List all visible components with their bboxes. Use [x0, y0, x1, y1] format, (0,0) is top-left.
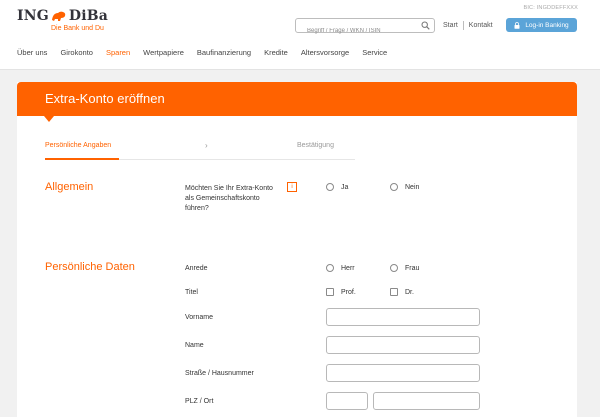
name-label: Name: [185, 342, 204, 349]
option-dr[interactable]: Dr.: [390, 288, 414, 296]
login-banking-button[interactable]: Log-in Banking: [506, 18, 577, 32]
logo-tagline: Die Bank und Du: [51, 25, 104, 32]
logo-wordmark: ING DiBa: [17, 8, 108, 24]
nav-item-girokonto[interactable]: Girokonto: [60, 48, 93, 57]
start-link[interactable]: Start: [443, 22, 458, 29]
vorname-label: Vorname: [185, 314, 214, 321]
link-divider: [462, 21, 464, 30]
option-nein[interactable]: Nein: [390, 183, 419, 191]
option-prof[interactable]: Prof.: [326, 288, 356, 296]
section-allgemein-title: Allgemein: [45, 181, 94, 193]
name-field[interactable]: [326, 336, 480, 354]
radio-herr[interactable]: [326, 264, 334, 272]
lock-icon: [514, 21, 520, 29]
lion-icon: [51, 11, 66, 21]
strasse-field[interactable]: [326, 364, 480, 382]
nav-item-service[interactable]: Service: [362, 48, 387, 57]
active-step-indicator: [45, 158, 119, 160]
section-persoenliche-daten-title: Persönliche Daten: [45, 261, 135, 273]
radio-nein[interactable]: [390, 183, 398, 191]
nav-item-baufinanzierung[interactable]: Baufinanzierung: [197, 48, 251, 57]
chevron-right-icon: ›: [205, 141, 208, 150]
page-title: Extra-Konto eröffnen: [45, 91, 165, 106]
form-card: Extra-Konto eröffnen Persönliche Angaben…: [17, 82, 577, 417]
main-navigation: Über uns Girokonto Sparen Wertpapiere Ba…: [17, 48, 400, 57]
nav-item-altersvorsorge[interactable]: Altersvorsorge: [301, 48, 349, 57]
bic-code: BIC: INGDDEFFXXX: [523, 5, 578, 11]
option-dr-label: Dr.: [405, 288, 414, 296]
step-persoenliche-angaben: Persönliche Angaben: [45, 142, 112, 149]
option-herr-label: Herr: [341, 264, 355, 272]
search-box: [295, 18, 435, 38]
option-ja[interactable]: Ja: [326, 183, 348, 191]
progress-steps: Persönliche Angaben › Bestätigung: [45, 141, 355, 160]
ort-field[interactable]: [373, 392, 480, 410]
header: ING DiBa Die Bank und Du BIC: INGDDEFFXX…: [0, 0, 600, 70]
top-links: Start Kontakt: [443, 21, 493, 30]
nav-item-wertpapiere[interactable]: Wertpapiere: [143, 48, 184, 57]
nav-item-kredite[interactable]: Kredite: [264, 48, 288, 57]
plz-field[interactable]: [326, 392, 368, 410]
anrede-label: Anrede: [185, 265, 208, 272]
login-label: Log-in Banking: [525, 21, 569, 29]
ing-diba-logo[interactable]: ING DiBa Die Bank und Du: [17, 8, 108, 32]
info-icon[interactable]: i: [287, 182, 297, 192]
option-ja-label: Ja: [341, 183, 349, 191]
titel-label: Titel: [185, 289, 198, 296]
nav-item-ueber-uns[interactable]: Über uns: [17, 48, 47, 57]
step-bestaetigung: Bestätigung: [297, 142, 334, 149]
option-herr[interactable]: Herr: [326, 264, 355, 272]
option-frau-label: Frau: [405, 264, 420, 272]
nav-item-sparen[interactable]: Sparen: [106, 48, 130, 57]
search-input[interactable]: [296, 24, 416, 38]
plz-ort-label: PLZ / Ort: [185, 398, 214, 405]
page-banner: Extra-Konto eröffnen: [17, 82, 577, 116]
radio-frau[interactable]: [390, 264, 398, 272]
kontakt-link[interactable]: Kontakt: [469, 22, 493, 29]
checkbox-prof[interactable]: [326, 288, 334, 296]
banner-notch: [44, 116, 54, 122]
option-frau[interactable]: Frau: [390, 264, 419, 272]
option-prof-label: Prof.: [341, 288, 356, 296]
radio-ja[interactable]: [326, 183, 334, 191]
checkbox-dr[interactable]: [390, 288, 398, 296]
vorname-field[interactable]: [326, 308, 480, 326]
option-nein-label: Nein: [405, 183, 420, 191]
strasse-label: Straße / Hausnummer: [185, 370, 254, 377]
logo-text-diba: DiBa: [68, 8, 109, 24]
gemeinschaftskonto-question: Möchten Sie Ihr Extra-Konto als Gemeinsc…: [185, 185, 273, 212]
logo-text-ing: ING: [17, 8, 49, 24]
search-icon[interactable]: [421, 21, 430, 30]
